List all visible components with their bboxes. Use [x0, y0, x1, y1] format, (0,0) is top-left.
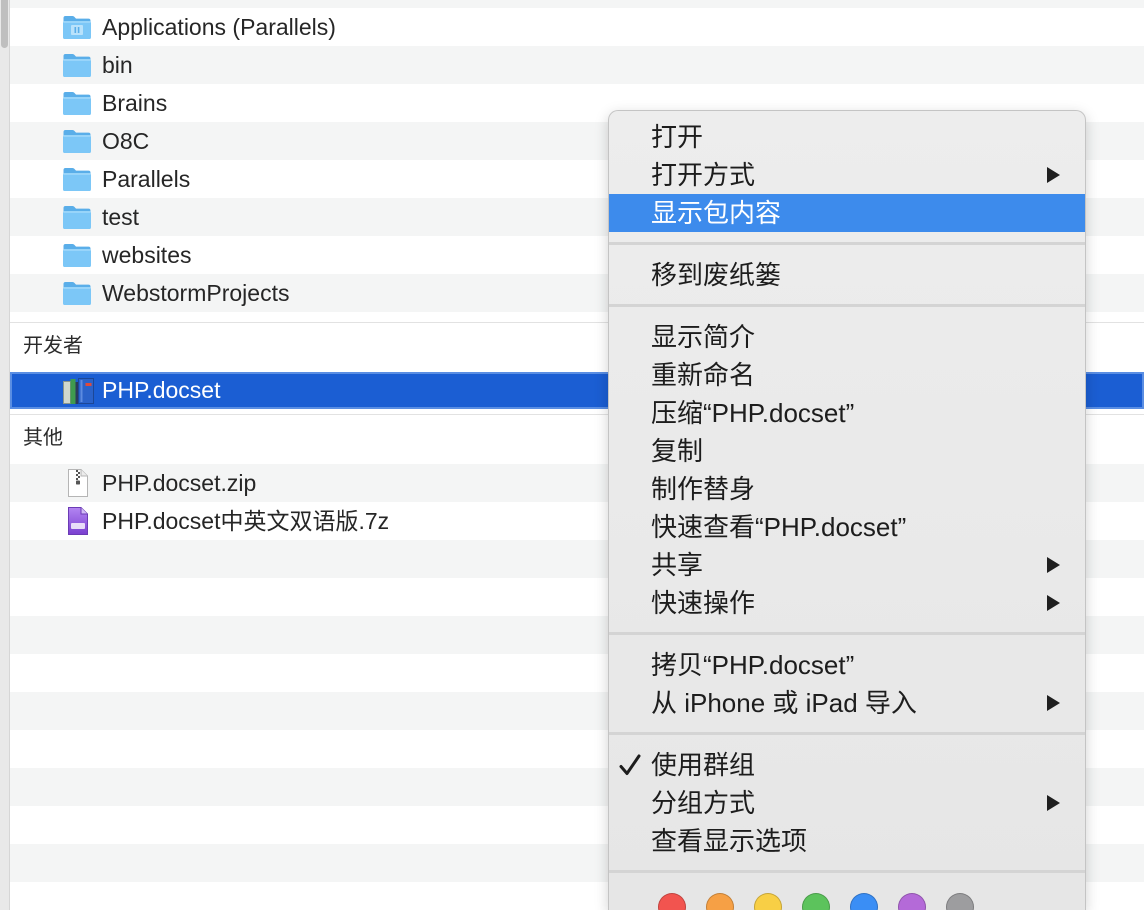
folder-icon — [62, 204, 92, 230]
tag-orange[interactable] — [706, 893, 734, 910]
file-name: bin — [102, 52, 133, 78]
menu-item-label: 使用群组 — [651, 750, 756, 780]
menu-item-label: 共享 — [651, 550, 704, 580]
menu-separator — [609, 622, 1085, 646]
file-name: test — [102, 204, 140, 230]
file-name: PHP.docset中英文双语版.7z — [102, 508, 390, 534]
menu-item-show-view-options[interactable]: 查看显示选项 — [609, 822, 1085, 860]
group-header-developer[interactable]: 开发者 — [23, 332, 83, 360]
menu-separator — [609, 860, 1085, 884]
checkmark-icon — [618, 753, 642, 777]
submenu-arrow-icon — [1045, 694, 1061, 712]
tag-blue[interactable] — [850, 893, 878, 910]
folder-icon — [62, 90, 92, 116]
menu-item-label: 显示包内容 — [651, 198, 782, 228]
menu-item-make-alias[interactable]: 制作替身 — [609, 470, 1085, 508]
folder-row-applications-parallels[interactable]: Applications (Parallels) — [10, 8, 1144, 46]
tag-purple[interactable] — [898, 893, 926, 910]
menu-item-label: 移到废纸篓 — [651, 260, 782, 290]
menu-item-copy[interactable]: 拷贝“PHP.docset” — [609, 646, 1085, 684]
menu-item-label: 制作替身 — [651, 474, 756, 504]
parallels-applications-folder-icon — [62, 14, 92, 40]
menu-item-show-package-contents[interactable]: 显示包内容 — [609, 194, 1085, 232]
folder-icon — [62, 166, 92, 192]
sidebar-edge — [0, 0, 10, 910]
file-name: Brains — [102, 90, 168, 116]
menu-item-open[interactable]: 打开 — [609, 118, 1085, 156]
menu-item-label: 拷贝“PHP.docset” — [651, 650, 855, 680]
menu-item-label: 打开方式 — [651, 160, 756, 190]
folder-icon — [62, 128, 92, 154]
folder-icon — [62, 280, 92, 306]
menu-item-quick-actions[interactable]: 快速操作 — [609, 584, 1085, 622]
file-row-partial[interactable] — [10, 0, 1144, 8]
menu-item-group-by[interactable]: 分组方式 — [609, 784, 1085, 822]
zip-archive-icon — [66, 468, 90, 498]
menu-item-import-from-iphone-ipad[interactable]: 从 iPhone 或 iPad 导入 — [609, 684, 1085, 722]
menu-item-label: 分组方式 — [651, 788, 756, 818]
menu-item-get-info[interactable]: 显示简介 — [609, 318, 1085, 356]
menu-item-label: 从 iPhone 或 iPad 导入 — [651, 688, 917, 718]
menu-item-share[interactable]: 共享 — [609, 546, 1085, 584]
menu-item-move-to-trash[interactable]: 移到废纸篓 — [609, 256, 1085, 294]
menu-item-label: 显示简介 — [651, 322, 756, 352]
menu-item-quick-look[interactable]: 快速查看“PHP.docset” — [609, 508, 1085, 546]
file-name: PHP.docset.zip — [102, 470, 257, 496]
tag-color-row — [609, 884, 1085, 910]
file-name: Applications (Parallels) — [102, 14, 336, 40]
7z-archive-icon — [66, 506, 90, 536]
menu-item-label: 压缩“PHP.docset” — [651, 398, 855, 428]
menu-item-label: 快速操作 — [651, 588, 756, 618]
group-header-other[interactable]: 其他 — [23, 424, 63, 452]
submenu-arrow-icon — [1045, 794, 1061, 812]
folder-icon — [62, 52, 92, 78]
context-menu: 打开 打开方式 显示包内容 移到废纸篓 显示简介 重新命名 压缩“PHP.doc… — [608, 110, 1086, 910]
tag-gray[interactable] — [946, 893, 974, 910]
menu-item-label: 打开 — [651, 122, 704, 152]
menu-item-label: 复制 — [651, 436, 704, 466]
menu-separator — [609, 294, 1085, 318]
menu-item-label: 查看显示选项 — [651, 826, 808, 856]
tag-yellow[interactable] — [754, 893, 782, 910]
submenu-arrow-icon — [1045, 594, 1061, 612]
file-name: O8C — [102, 128, 150, 154]
menu-item-label: 快速查看“PHP.docset” — [651, 512, 907, 542]
menu-item-rename[interactable]: 重新命名 — [609, 356, 1085, 394]
file-name: WebstormProjects — [102, 280, 290, 306]
tag-green[interactable] — [802, 893, 830, 910]
menu-item-duplicate[interactable]: 复制 — [609, 432, 1085, 470]
menu-item-compress[interactable]: 压缩“PHP.docset” — [609, 394, 1085, 432]
file-name: Parallels — [102, 166, 191, 192]
file-name: PHP.docset — [102, 377, 221, 403]
submenu-arrow-icon — [1045, 166, 1061, 184]
menu-item-use-groups[interactable]: 使用群组 — [609, 746, 1085, 784]
menu-item-label: 重新命名 — [651, 360, 756, 390]
docset-package-icon — [62, 377, 94, 404]
folder-row-bin[interactable]: bin — [10, 46, 1144, 84]
menu-separator — [609, 722, 1085, 746]
submenu-arrow-icon — [1045, 556, 1061, 574]
menu-item-open-with[interactable]: 打开方式 — [609, 156, 1085, 194]
menu-separator — [609, 232, 1085, 256]
folder-icon — [62, 242, 92, 268]
file-name: websites — [102, 242, 192, 268]
scrollbar-thumb[interactable] — [1, 0, 8, 48]
tag-red[interactable] — [658, 893, 686, 910]
